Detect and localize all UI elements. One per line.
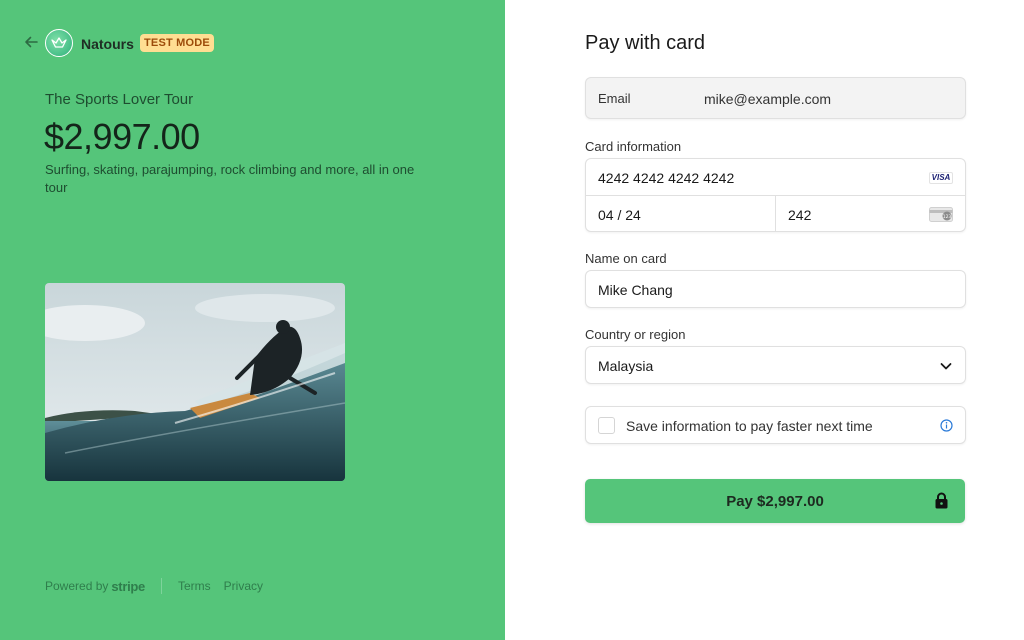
natours-logo-icon xyxy=(45,29,73,57)
info-icon[interactable] xyxy=(940,419,953,432)
card-number-value: 4242 4242 4242 4242 xyxy=(598,170,735,186)
merchant-name: Natours xyxy=(81,36,134,52)
terms-link[interactable]: Terms xyxy=(178,579,211,593)
country-value: Malaysia xyxy=(598,358,654,374)
email-field[interactable]: Email mike@example.com xyxy=(585,77,966,119)
name-on-card-label: Name on card xyxy=(585,251,667,266)
lock-icon xyxy=(935,492,948,509)
powered-by-text: Powered by xyxy=(45,579,109,593)
footer: Powered by stripe Terms Privacy xyxy=(45,578,276,594)
svg-text:123: 123 xyxy=(943,214,952,220)
product-name: The Sports Lover Tour xyxy=(45,91,194,108)
card-cvc-input[interactable]: 242 xyxy=(788,207,811,223)
save-info-checkbox[interactable] xyxy=(598,417,615,434)
product-image xyxy=(45,283,345,481)
chevron-down-icon xyxy=(940,363,952,370)
name-on-card-input[interactable]: Mike Chang xyxy=(585,270,966,308)
card-number-input[interactable]: 4242 4242 4242 4242 VISA xyxy=(586,159,965,196)
email-label: Email xyxy=(598,91,631,106)
card-divider xyxy=(775,196,776,232)
product-description: Surfing, skating, parajumping, rock clim… xyxy=(45,162,415,195)
footer-divider xyxy=(160,578,162,594)
privacy-link[interactable]: Privacy xyxy=(224,579,263,593)
card-information-label: Card information xyxy=(585,139,682,154)
visa-icon: VISA xyxy=(929,172,953,184)
name-on-card-value: Mike Chang xyxy=(598,282,673,298)
arrow-left-icon[interactable] xyxy=(23,34,39,50)
email-value[interactable]: mike@example.com xyxy=(704,91,831,107)
cvc-card-icon: 123 xyxy=(929,207,953,222)
form-title: Pay with card xyxy=(585,32,706,54)
country-label: Country or region xyxy=(585,327,686,342)
card-information-group: 4242 4242 4242 4242 VISA 04 / 24 242 123 xyxy=(585,158,966,232)
card-expiry-input[interactable]: 04 / 24 xyxy=(598,207,641,223)
order-summary-pane: Natours TEST MODE The Sports Lover Tour … xyxy=(0,0,505,640)
save-info-row: Save information to pay faster next time xyxy=(585,406,966,444)
pay-button[interactable]: Pay $2,997.00 xyxy=(585,479,965,523)
product-price: $2,997.00 xyxy=(44,116,200,157)
save-info-label[interactable]: Save information to pay faster next time xyxy=(626,418,873,434)
stripe-logo[interactable]: stripe xyxy=(111,579,145,594)
test-mode-badge: TEST MODE xyxy=(140,34,214,52)
country-select[interactable]: Malaysia xyxy=(585,346,966,384)
pay-button-label: Pay $2,997.00 xyxy=(726,493,824,510)
